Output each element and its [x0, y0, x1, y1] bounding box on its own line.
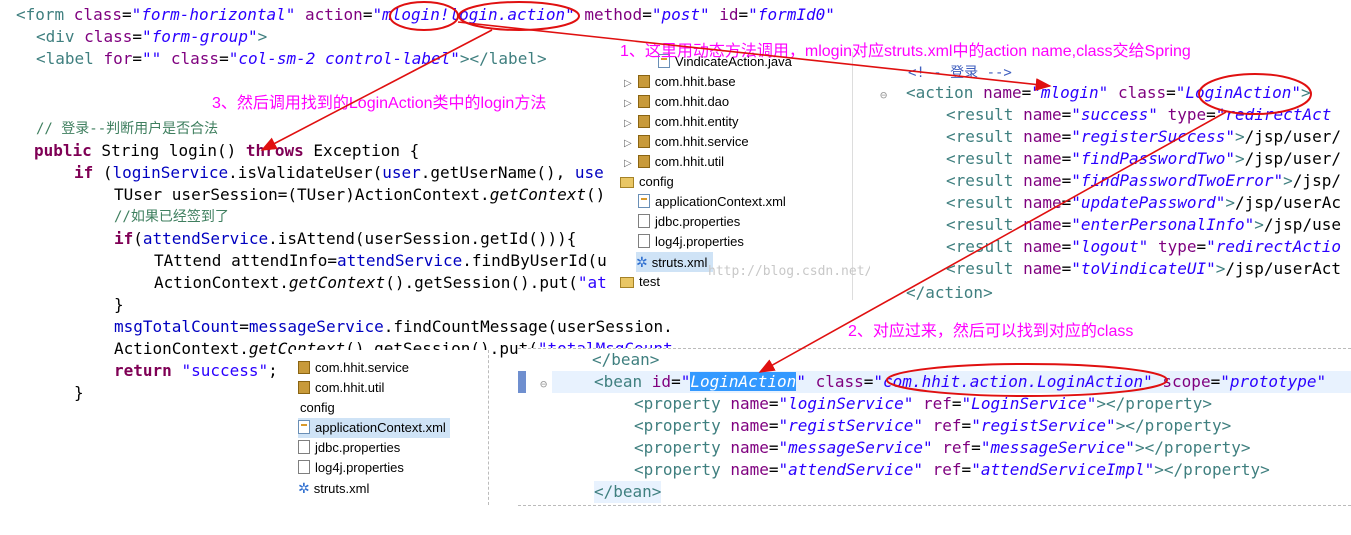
arrow-step3 [260, 29, 493, 151]
arrow-step2 [758, 111, 1227, 373]
highlight-ellipse-login-action [458, 1, 580, 31]
arrow-step1 [457, 21, 1052, 91]
highlight-ellipse-spring-class [886, 363, 1168, 397]
highlight-ellipse-mlogin [389, 1, 459, 31]
arrow-overlay [260, 1, 1312, 397]
highlight-ellipse-struts-class [1198, 73, 1312, 115]
